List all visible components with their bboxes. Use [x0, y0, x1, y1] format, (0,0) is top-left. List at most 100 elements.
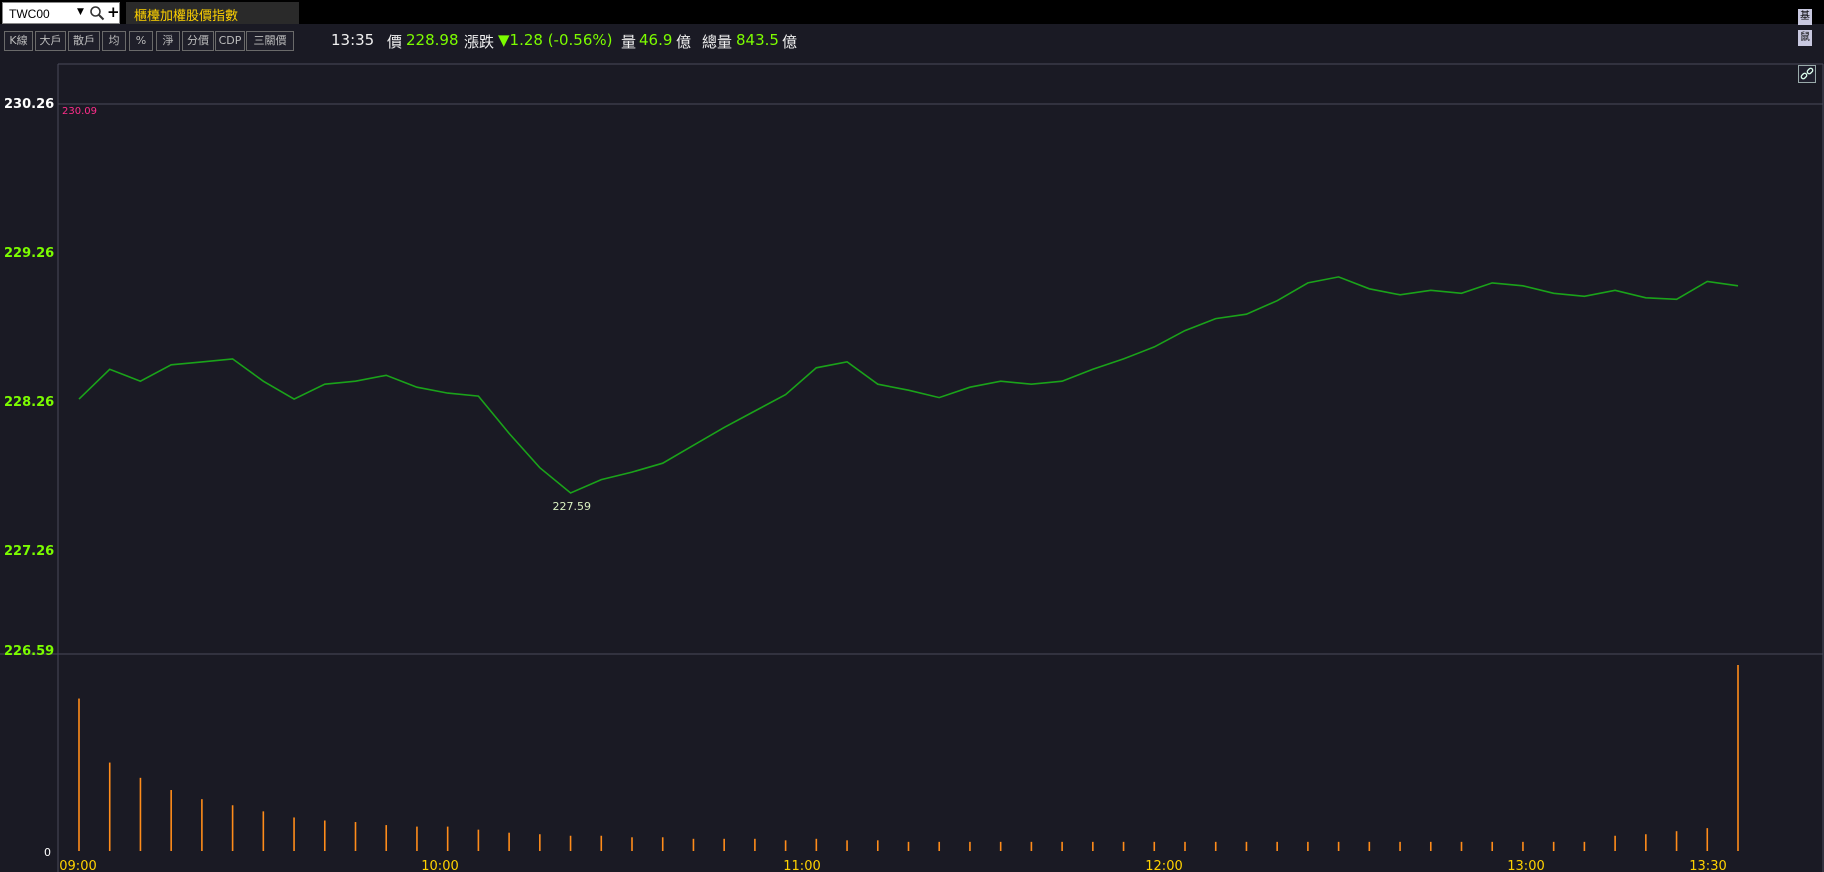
volume-bar — [1122, 841, 1125, 851]
symbol-selector[interactable]: TWC00 ▼ + — [2, 2, 120, 24]
volume-bar — [323, 820, 326, 851]
link-icon[interactable] — [1798, 65, 1816, 83]
volume-bar — [477, 829, 480, 851]
total-volume-unit: 億 — [782, 33, 798, 51]
volume-bar — [108, 762, 111, 851]
volume-bar — [539, 834, 541, 851]
volume-bar — [969, 841, 971, 851]
volume-bar — [1429, 841, 1432, 851]
volume-bar — [723, 838, 725, 851]
change-value: ▼1.28 (-0.56%) — [498, 31, 613, 49]
volume-bar — [600, 835, 603, 851]
price-value: 228.98 — [406, 31, 459, 49]
quote-time: 13:35 — [331, 31, 375, 49]
cdp-button[interactable]: CDP — [215, 31, 245, 51]
volume-bar — [1368, 841, 1371, 851]
volume-bar — [1706, 828, 1709, 851]
reference-price-label: 230.09 — [62, 106, 97, 117]
add-icon[interactable]: + — [107, 3, 120, 21]
instrument-title-box: 櫃檯加權股價指數 — [126, 2, 299, 24]
volume-bar — [1737, 665, 1739, 851]
volume-value: 46.9 — [639, 31, 673, 49]
magnifier-icon[interactable] — [89, 5, 105, 21]
low-price-label: 227.59 — [553, 500, 592, 513]
toolbar: K線 大戶 散戶 均 % 淨 分價 CDP 三關價 13:35 價 228.98… — [0, 28, 1824, 54]
volume-bar — [569, 835, 572, 851]
price-axis-tick: 226.59 — [4, 644, 54, 659]
kline-button[interactable]: K線 — [4, 31, 33, 51]
volume-bar — [1675, 831, 1678, 851]
volume-bar — [661, 837, 664, 851]
volume-bar — [631, 837, 633, 851]
volume-bar — [1184, 841, 1186, 851]
volume-bar — [1153, 841, 1156, 851]
price-distribution-button[interactable]: 分價 — [182, 31, 214, 51]
volume-bar — [1030, 841, 1033, 851]
volume-unit: 億 — [676, 33, 692, 51]
volume-bar — [1460, 841, 1463, 851]
volume-bar — [938, 841, 941, 851]
time-axis-tick: 11:00 — [783, 859, 820, 872]
retail-button[interactable]: 散戶 — [68, 31, 100, 51]
time-axis-tick: 10:00 — [421, 859, 458, 872]
volume-bar — [999, 841, 1002, 851]
top-bar: TWC00 ▼ + 櫃檯加權股價指數 基鼠 — [0, 0, 1824, 46]
total-volume-value: 843.5 — [736, 31, 779, 49]
volume-bar — [1337, 841, 1340, 851]
volume-bar — [201, 799, 203, 851]
volume-bar — [1491, 841, 1494, 851]
symbol-text: TWC00 — [9, 7, 50, 21]
price-axis-tick: 228.26 — [4, 395, 54, 410]
big-holder-button[interactable]: 大戶 — [35, 31, 66, 51]
volume-bar — [293, 817, 295, 851]
price-label: 價 — [387, 33, 403, 51]
volume-bar — [1399, 841, 1401, 851]
volume-bar — [876, 840, 879, 851]
volume-bar — [1245, 841, 1248, 851]
volume-bar — [1552, 841, 1555, 851]
volume-bar — [1276, 841, 1278, 851]
volume-axis-tick: 0 — [44, 846, 51, 859]
time-axis-tick: 13:00 — [1507, 859, 1544, 872]
volume-bar — [815, 838, 818, 851]
price-axis-tick: 227.26 — [4, 544, 54, 559]
percent-button[interactable]: % — [129, 31, 153, 51]
time-axis-tick: 12:00 — [1145, 859, 1182, 872]
dropdown-arrow-icon[interactable]: ▼ — [77, 7, 84, 17]
volume-bar — [354, 822, 357, 851]
volume-bar — [846, 840, 848, 851]
volume-bar — [385, 825, 388, 851]
volume-bar — [1214, 841, 1217, 851]
volume-bar — [508, 832, 510, 851]
time-axis-tick: 13:30 — [1689, 859, 1726, 872]
corner-button-basic[interactable]: 基 — [1798, 9, 1812, 25]
net-button[interactable]: 淨 — [156, 31, 180, 51]
chart-canvas: 230.26 229.26 228.26 227.26 226.59 0 230.09 227… — [0, 63, 1824, 872]
intraday-chart[interactable]: 230.26 229.26 228.26 227.26 226.59 0 230.09 227… — [0, 60, 1824, 872]
volume-bar — [139, 777, 142, 851]
volume-bar — [754, 838, 756, 851]
average-button[interactable]: 均 — [102, 31, 126, 51]
volume-bar — [78, 698, 80, 851]
three-levels-button[interactable]: 三關價 — [246, 31, 294, 51]
volume-bar — [170, 790, 172, 851]
volume-bar — [1307, 841, 1309, 851]
volume-bar — [1092, 841, 1094, 851]
volume-bar — [1583, 841, 1586, 851]
total-volume-label: 總量 — [702, 33, 733, 51]
volume-bar — [446, 826, 449, 851]
price-axis-tick: 229.26 — [4, 246, 54, 261]
volume-bar — [1645, 834, 1647, 851]
time-axis-tick: 09:00 — [59, 859, 96, 872]
volume-bar — [692, 838, 695, 851]
volume-bar — [1614, 835, 1616, 851]
instrument-title: 櫃檯加權股價指數 — [134, 9, 239, 24]
volume-bar — [1061, 841, 1063, 851]
volume-bar — [907, 841, 910, 851]
volume-bar — [1522, 841, 1524, 851]
volume-label: 量 — [621, 33, 637, 51]
price-axis-tick: 230.26 — [4, 97, 54, 112]
volume-bar — [231, 805, 234, 851]
price-line — [78, 276, 1739, 494]
change-label: 漲跌 — [464, 33, 495, 51]
